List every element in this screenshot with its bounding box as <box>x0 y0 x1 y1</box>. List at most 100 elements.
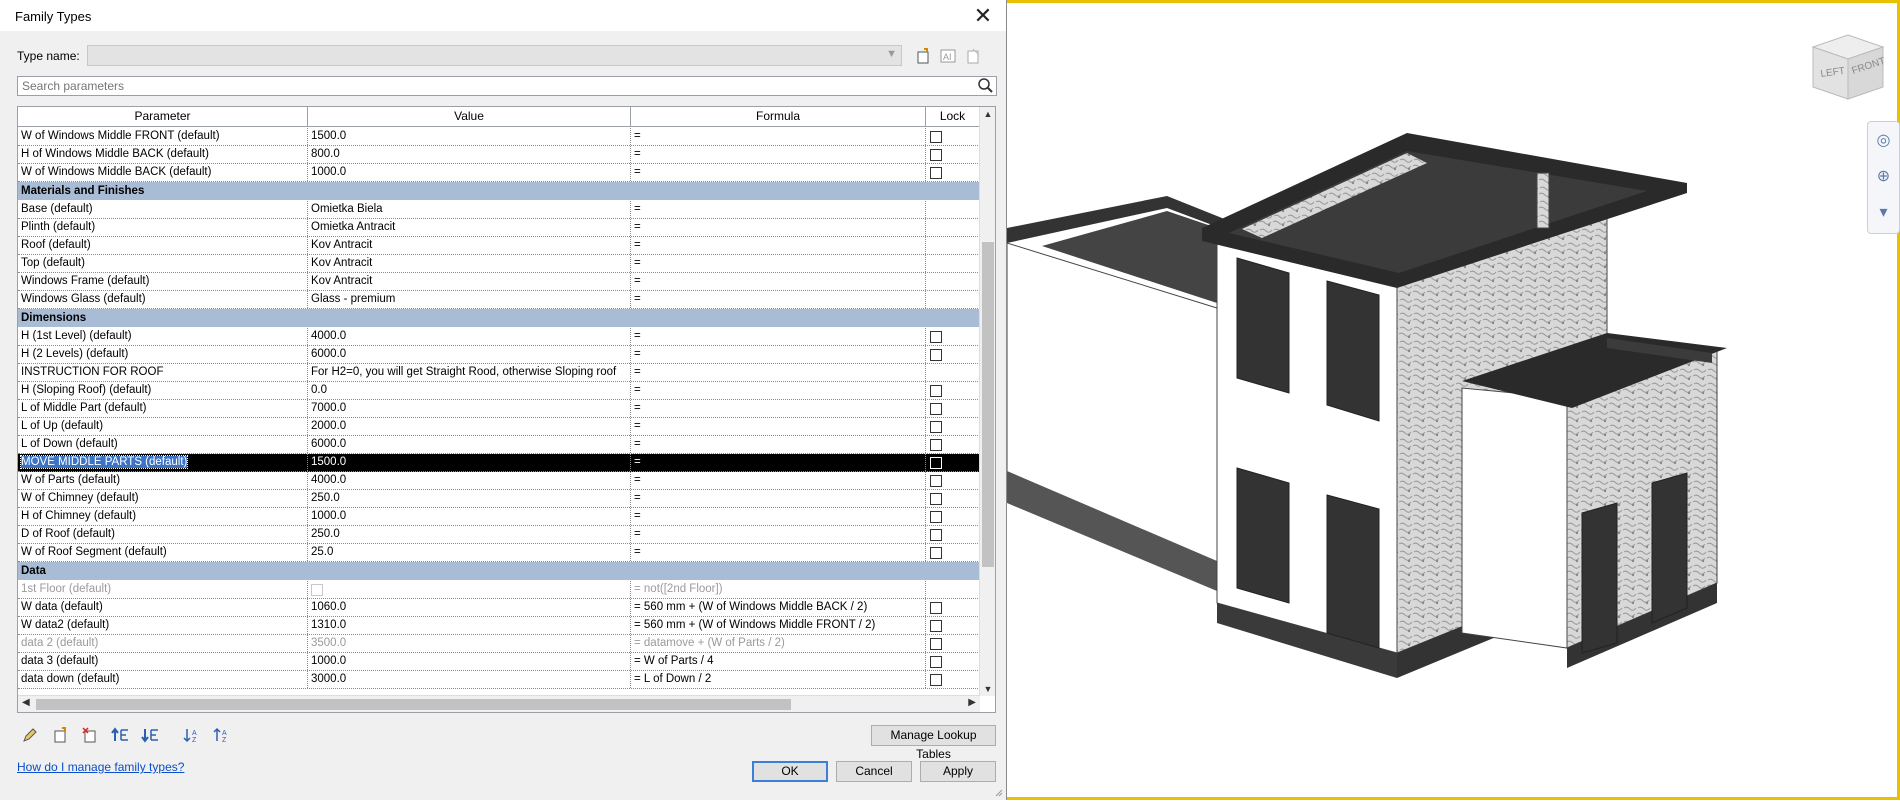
formula-cell[interactable]: = <box>631 400 926 417</box>
parameter-cell[interactable]: Base (default) <box>18 201 308 218</box>
formula-cell[interactable]: = L of Down / 2 <box>631 671 926 688</box>
lock-checkbox[interactable] <box>930 638 942 650</box>
table-row[interactable]: W of Windows Middle BACK (default) 1000.0… <box>18 164 980 182</box>
vertical-scrollbar[interactable]: ▲ ▼ <box>979 107 995 696</box>
value-cell[interactable]: Kov Antracit <box>308 237 631 254</box>
column-header-parameter[interactable]: Parameter <box>18 107 308 126</box>
parameter-cell[interactable]: W of Chimney (default) <box>18 490 308 507</box>
group-header[interactable]: Data <box>18 562 980 581</box>
table-row[interactable]: W data (default) 1060.0 = 560 mm + (W of W… <box>18 599 980 617</box>
scroll-right-icon[interactable]: ▶ <box>968 697 976 708</box>
lock-checkbox[interactable] <box>930 493 942 505</box>
column-header-lock[interactable]: Lock <box>926 107 980 126</box>
table-row[interactable]: Windows Frame (default) Kov Antracit = <box>18 273 980 291</box>
lock-checkbox[interactable] <box>930 674 942 686</box>
value-cell[interactable]: 800.0 <box>308 146 631 163</box>
table-row[interactable]: data 3 (default) 1000.0 = W of Parts / 4 <box>18 653 980 671</box>
sort-ascending-button[interactable]: AZ <box>181 724 203 746</box>
cancel-button[interactable]: Cancel <box>836 761 912 782</box>
chevron-down-icon[interactable]: ▾ <box>1870 202 1898 230</box>
formula-cell[interactable]: = <box>631 128 926 145</box>
lock-checkbox[interactable] <box>930 439 942 451</box>
formula-cell[interactable]: = not([2nd Floor]) <box>631 581 926 598</box>
horizontal-scroll-thumb[interactable] <box>36 699 791 710</box>
lock-checkbox[interactable] <box>930 349 942 361</box>
rename-type-button[interactable]: AI <box>937 45 959 66</box>
formula-cell[interactable]: = datamove + (W of Parts / 2) <box>631 635 926 652</box>
table-row[interactable]: D of Roof (default) 250.0 = <box>18 526 980 544</box>
formula-cell[interactable]: = <box>631 508 926 525</box>
lock-checkbox[interactable] <box>930 331 942 343</box>
parameter-cell[interactable]: INSTRUCTION FOR ROOF <box>18 364 308 381</box>
value-checkbox[interactable] <box>311 584 323 596</box>
lock-checkbox[interactable] <box>930 167 942 179</box>
parameter-cell[interactable]: Roof (default) <box>18 237 308 254</box>
table-row[interactable]: Windows Glass (default) Glass - premium = <box>18 291 980 309</box>
move-up-button[interactable] <box>109 724 131 746</box>
column-header-value[interactable]: Value <box>308 107 631 126</box>
parameter-cell[interactable]: Windows Glass (default) <box>18 291 308 308</box>
formula-cell[interactable]: = <box>631 526 926 543</box>
table-row[interactable]: Plinth (default) Omietka Antracit = <box>18 219 980 237</box>
value-cell[interactable]: 1060.0 <box>308 599 631 616</box>
search-input[interactable] <box>18 77 948 95</box>
value-cell[interactable]: Glass - premium <box>308 291 631 308</box>
steering-wheel-icon[interactable]: ◎ <box>1870 130 1898 158</box>
parameter-cell[interactable]: 1st Floor (default) <box>18 581 308 598</box>
parameter-cell[interactable]: W data2 (default) <box>18 617 308 634</box>
lock-checkbox[interactable] <box>930 385 942 397</box>
value-cell[interactable]: 2000.0 <box>308 418 631 435</box>
lock-checkbox[interactable] <box>930 547 942 559</box>
formula-cell[interactable]: = <box>631 436 926 453</box>
apply-button[interactable]: Apply <box>920 761 996 782</box>
table-row[interactable]: W of Parts (default) 4000.0 = <box>18 472 980 490</box>
edit-parameter-button[interactable] <box>19 724 41 746</box>
table-row[interactable]: W of Chimney (default) 250.0 = <box>18 490 980 508</box>
value-cell[interactable]: 250.0 <box>308 490 631 507</box>
lock-checkbox[interactable] <box>930 403 942 415</box>
formula-cell[interactable]: = <box>631 273 926 290</box>
ok-button[interactable]: OK <box>752 761 828 782</box>
table-row[interactable]: W of Windows Middle FRONT (default) 1500.… <box>18 128 980 146</box>
parameter-cell[interactable]: W of Windows Middle BACK (default) <box>18 164 308 181</box>
value-cell[interactable]: 1000.0 <box>308 653 631 670</box>
table-row[interactable]: L of Middle Part (default) 7000.0 = <box>18 400 980 418</box>
table-row[interactable]: H of Chimney (default) 1000.0 = <box>18 508 980 526</box>
formula-cell[interactable]: = <box>631 237 926 254</box>
table-row[interactable]: H of Windows Middle BACK (default) 800.0 = <box>18 146 980 164</box>
formula-cell[interactable]: = <box>631 382 926 399</box>
formula-cell[interactable]: = 560 mm + (W of Windows Middle BACK / 2… <box>631 599 926 616</box>
value-cell[interactable]: Omietka Antracit <box>308 219 631 236</box>
formula-cell[interactable]: = <box>631 472 926 489</box>
delete-type-button[interactable] <box>962 45 984 66</box>
lock-checkbox[interactable] <box>930 656 942 668</box>
search-icon[interactable] <box>976 77 994 95</box>
lock-checkbox[interactable] <box>930 475 942 487</box>
formula-cell[interactable]: = W of Parts / 4 <box>631 653 926 670</box>
parameter-cell[interactable]: D of Roof (default) <box>18 526 308 543</box>
table-row[interactable]: H (2 Levels) (default) 6000.0 = <box>18 346 980 364</box>
table-row[interactable]: INSTRUCTION FOR ROOF For H2=0, you will g… <box>18 364 980 382</box>
new-type-button[interactable] <box>912 45 934 66</box>
parameter-cell[interactable]: H of Chimney (default) <box>18 508 308 525</box>
value-cell[interactable]: 1000.0 <box>308 508 631 525</box>
formula-cell[interactable]: = <box>631 364 926 381</box>
parameter-cell[interactable]: Windows Frame (default) <box>18 273 308 290</box>
group-header[interactable]: Dimensions <box>18 309 980 328</box>
table-row[interactable]: L of Down (default) 6000.0 = <box>18 436 980 454</box>
table-row[interactable]: W data2 (default) 1310.0 = 560 mm + (W of … <box>18 617 980 635</box>
parameter-cell[interactable]: H (2 Levels) (default) <box>18 346 308 363</box>
parameter-cell[interactable]: H of Windows Middle BACK (default) <box>18 146 308 163</box>
value-cell[interactable]: 1500.0 <box>308 454 631 471</box>
value-cell[interactable]: For H2=0, you will get Straight Rood, ot… <box>308 364 631 381</box>
parameter-cell[interactable]: H (Sloping Roof) (default) <box>18 382 308 399</box>
zoom-icon[interactable]: ⊕ <box>1870 166 1898 194</box>
parameter-cell[interactable]: L of Middle Part (default) <box>18 400 308 417</box>
parameter-cell[interactable]: MOVE MIDDLE PARTS (default) <box>18 454 308 471</box>
type-name-combo[interactable]: ▼ <box>87 45 902 66</box>
lock-checkbox[interactable] <box>930 620 942 632</box>
value-cell[interactable]: Omietka Biela <box>308 201 631 218</box>
formula-cell[interactable]: = <box>631 219 926 236</box>
scroll-down-icon[interactable]: ▼ <box>980 684 995 694</box>
table-row[interactable]: 1st Floor (default) = not([2nd Floor]) <box>18 581 980 599</box>
